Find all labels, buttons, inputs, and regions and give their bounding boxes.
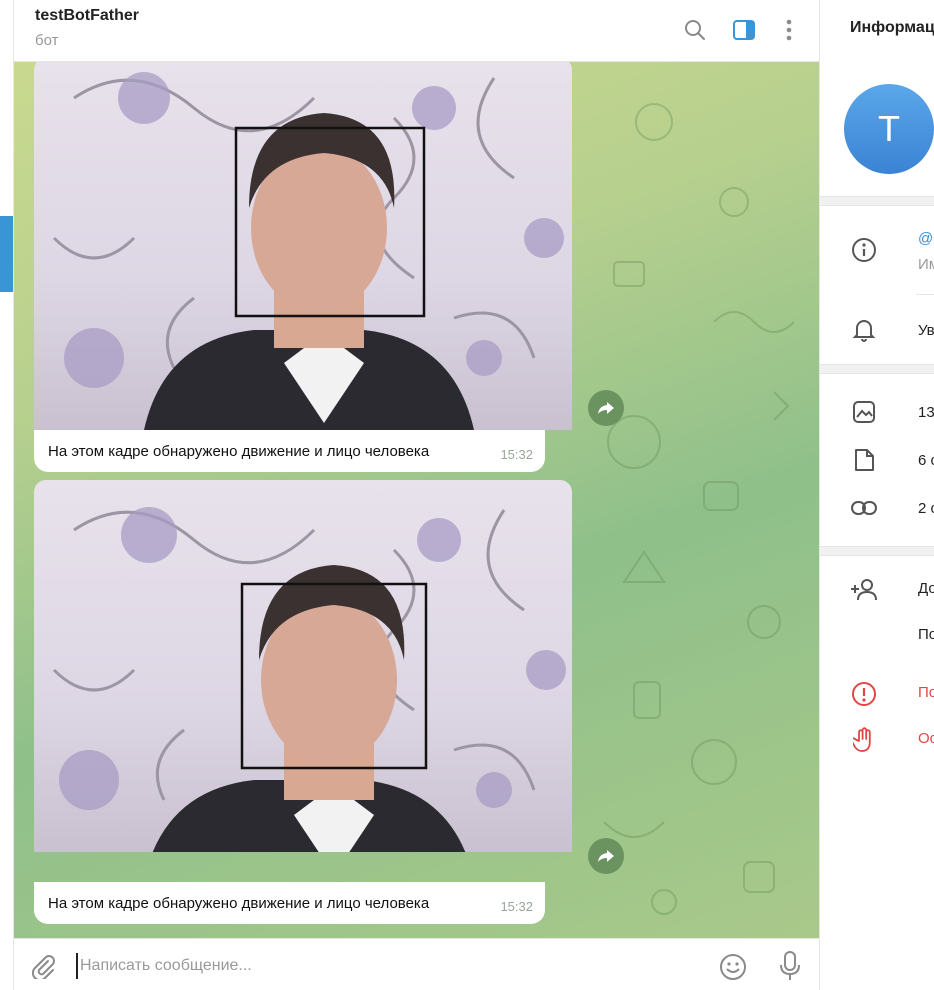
avatar[interactable]: T — [844, 84, 934, 174]
caption-text: На этом кадре обнаружено движение и лицо… — [48, 443, 430, 460]
message-time: 15:32 — [500, 447, 533, 462]
info-panel: Информац T @ Им Ув 13 6 с 2 с До По По О… — [819, 0, 934, 990]
link-icon — [850, 494, 878, 522]
paperclip-icon[interactable] — [30, 953, 56, 982]
chat-title[interactable]: testBotFather — [35, 7, 139, 25]
media-links-count[interactable]: 2 с — [918, 500, 934, 517]
forward-icon[interactable] — [588, 390, 624, 426]
row-divider — [916, 294, 934, 295]
message-composer — [14, 938, 819, 990]
more-vertical-icon[interactable] — [775, 16, 803, 44]
section-divider — [820, 546, 934, 556]
avatar-letter: T — [878, 108, 900, 149]
active-chat-indicator[interactable] — [0, 216, 13, 292]
camera-frame-image — [52, 72, 564, 430]
chat-list-strip — [0, 0, 14, 990]
username-link[interactable]: @ — [918, 230, 933, 247]
chat-background: На этом кадре обнаружено движение и лицо… — [14, 62, 819, 938]
sidebar-toggle-icon[interactable] — [730, 16, 758, 44]
chat-panel: testBotFather бот На этом кадре обнаруже… — [14, 0, 819, 990]
report-icon — [850, 680, 878, 708]
camera-frame-image — [52, 507, 566, 852]
photo-frame[interactable] — [34, 480, 572, 852]
message-caption: На этом кадре обнаружено движение и лицо… — [34, 882, 545, 924]
section-divider — [820, 364, 934, 374]
message-caption: На этом кадре обнаружено движение и лицо… — [34, 430, 545, 472]
report-button[interactable]: По — [918, 684, 934, 701]
chat-header: testBotFather бот — [14, 0, 819, 62]
message-input[interactable] — [76, 953, 696, 979]
share-contact-button[interactable]: По — [918, 626, 934, 643]
add-contact-icon — [850, 576, 878, 604]
media-photos-count[interactable]: 13 — [918, 404, 934, 421]
info-icon — [850, 236, 878, 264]
info-panel-title: Информац — [850, 19, 934, 36]
add-contact-button[interactable]: До — [918, 580, 934, 597]
photo-frame[interactable] — [34, 62, 572, 430]
media-files-count[interactable]: 6 с — [918, 452, 934, 469]
emoji-icon[interactable] — [719, 953, 747, 981]
chat-subtitle: бот — [35, 32, 59, 49]
block-hand-icon — [850, 726, 878, 754]
notifications-toggle[interactable]: Ув — [918, 322, 934, 339]
microphone-icon[interactable] — [778, 951, 802, 981]
message-time: 15:32 — [500, 899, 533, 914]
caption-text: На этом кадре обнаружено движение и лицо… — [48, 895, 430, 912]
search-icon[interactable] — [681, 16, 709, 44]
file-icon — [850, 446, 878, 474]
block-button[interactable]: Ос — [918, 730, 934, 747]
username-label: Им — [918, 256, 934, 273]
bell-icon — [850, 316, 878, 344]
photo-icon — [850, 398, 878, 426]
section-divider — [820, 196, 934, 206]
forward-icon[interactable] — [588, 838, 624, 874]
